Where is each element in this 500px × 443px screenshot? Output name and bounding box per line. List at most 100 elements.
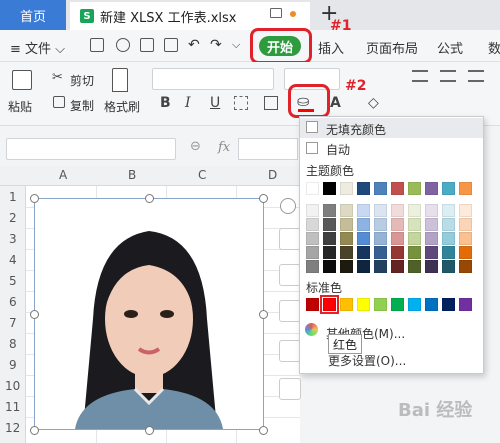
theme-tint-swatch[interactable] [442,218,455,231]
paste-button[interactable]: 粘贴 [8,98,32,115]
tab-home[interactable]: 首页 [0,0,66,30]
bold-button[interactable]: B [160,95,171,111]
standard-color-swatch[interactable] [320,295,339,314]
theme-tint-swatch[interactable] [408,246,421,259]
redo-icon[interactable]: ↷ [210,37,222,53]
standard-color-swatch[interactable] [391,298,404,311]
save-icon[interactable] [90,38,104,52]
theme-tint-swatch[interactable] [357,232,370,245]
theme-color-swatch[interactable] [391,182,404,195]
picture-effects-icon[interactable] [279,378,301,400]
cut-icon[interactable]: ✂ [52,70,63,85]
copy-icon[interactable] [53,96,65,108]
row-11-header[interactable]: 11 [5,400,20,414]
resize-handle[interactable] [30,426,39,435]
zoom-in-icon[interactable] [279,228,301,250]
theme-tint-swatch[interactable] [374,232,387,245]
theme-tint-swatch[interactable] [357,260,370,273]
row-3-header[interactable]: 3 [9,232,17,246]
row-6-header[interactable]: 6 [9,295,17,309]
collapse-icon[interactable] [280,198,296,214]
fx-label[interactable]: fx [218,140,230,155]
clear-icon[interactable]: ◇ [368,95,379,111]
align-bottom-icon[interactable] [468,70,484,82]
row-12-header[interactable]: 12 [5,421,20,435]
standard-color-swatch[interactable] [408,298,421,311]
theme-tint-swatch[interactable] [306,204,319,217]
standard-color-swatch[interactable] [459,298,472,311]
resize-handle[interactable] [30,194,39,203]
theme-tint-swatch[interactable] [442,232,455,245]
theme-tint-swatch[interactable] [340,246,353,259]
theme-tint-swatch[interactable] [391,204,404,217]
theme-tint-swatch[interactable] [391,218,404,231]
theme-tint-swatch[interactable] [391,260,404,273]
theme-tint-swatch[interactable] [306,246,319,259]
resize-handle[interactable] [145,194,154,203]
theme-tint-swatch[interactable] [374,204,387,217]
underline-button[interactable]: U [210,95,220,111]
theme-color-swatch[interactable] [425,182,438,195]
theme-tint-swatch[interactable] [374,260,387,273]
row-10-header[interactable]: 10 [5,379,20,393]
theme-tint-swatch[interactable] [323,218,336,231]
standard-color-swatch[interactable] [425,298,438,311]
standard-color-swatch[interactable] [374,298,387,311]
theme-tint-swatch[interactable] [323,246,336,259]
resize-handle[interactable] [259,310,268,319]
zoom-icon[interactable]: ⊖ [190,139,201,154]
crop-icon[interactable] [279,264,301,286]
file-menu[interactable]: ≡ 文件 ⌵ [10,38,65,57]
theme-tint-swatch[interactable] [323,204,336,217]
theme-tint-swatch[interactable] [374,218,387,231]
theme-tint-swatch[interactable] [459,232,472,245]
theme-tint-swatch[interactable] [408,260,421,273]
theme-tint-swatch[interactable] [357,246,370,259]
column-b-header[interactable]: B [128,168,136,182]
borders-draw-icon[interactable] [264,96,278,110]
resize-handle[interactable] [259,194,268,203]
theme-tint-swatch[interactable] [442,204,455,217]
theme-tint-swatch[interactable] [459,218,472,231]
format-painter-button[interactable]: 格式刷 [104,98,140,115]
theme-color-swatch[interactable] [340,182,353,195]
paste-icon[interactable] [12,70,32,90]
column-a-header[interactable]: A [59,168,67,182]
theme-tint-swatch[interactable] [442,260,455,273]
row-9-header[interactable]: 9 [9,358,17,372]
theme-color-swatch[interactable] [306,182,319,195]
theme-tint-swatch[interactable] [306,260,319,273]
standard-color-swatch[interactable] [340,298,353,311]
copy-button[interactable]: 复制 [70,97,94,114]
export-icon[interactable] [116,38,130,52]
theme-tint-swatch[interactable] [425,204,438,217]
resize-handle[interactable] [259,426,268,435]
column-d-header[interactable]: D [268,168,277,182]
theme-tint-swatch[interactable] [459,246,472,259]
menu-data[interactable]: 数 [488,38,500,57]
undo-icon[interactable]: ↶ [188,37,200,53]
menu-insert[interactable]: 插入 [318,38,344,57]
theme-tint-swatch[interactable] [391,232,404,245]
theme-tint-swatch[interactable] [425,232,438,245]
font-name-combo[interactable] [152,68,274,90]
print-preview-icon[interactable] [164,38,178,52]
row-1-header[interactable]: 1 [9,190,17,204]
theme-tint-swatch[interactable] [306,218,319,231]
theme-tint-swatch[interactable] [323,260,336,273]
row-8-header[interactable]: 8 [9,337,17,351]
menu-page-layout[interactable]: 页面布局 [366,38,418,57]
theme-tint-swatch[interactable] [357,218,370,231]
theme-tint-swatch[interactable] [340,218,353,231]
theme-tint-swatch[interactable] [408,232,421,245]
replace-picture-icon[interactable] [279,340,301,362]
theme-tint-swatch[interactable] [425,260,438,273]
picture-tools-icon[interactable] [279,300,301,322]
print-icon[interactable] [140,38,154,52]
theme-tint-swatch[interactable] [374,246,387,259]
theme-color-swatch[interactable] [357,182,370,195]
theme-tint-swatch[interactable] [340,204,353,217]
row-2-header[interactable]: 2 [9,211,17,225]
theme-color-swatch[interactable] [408,182,421,195]
row-4-header[interactable]: 4 [9,253,17,267]
